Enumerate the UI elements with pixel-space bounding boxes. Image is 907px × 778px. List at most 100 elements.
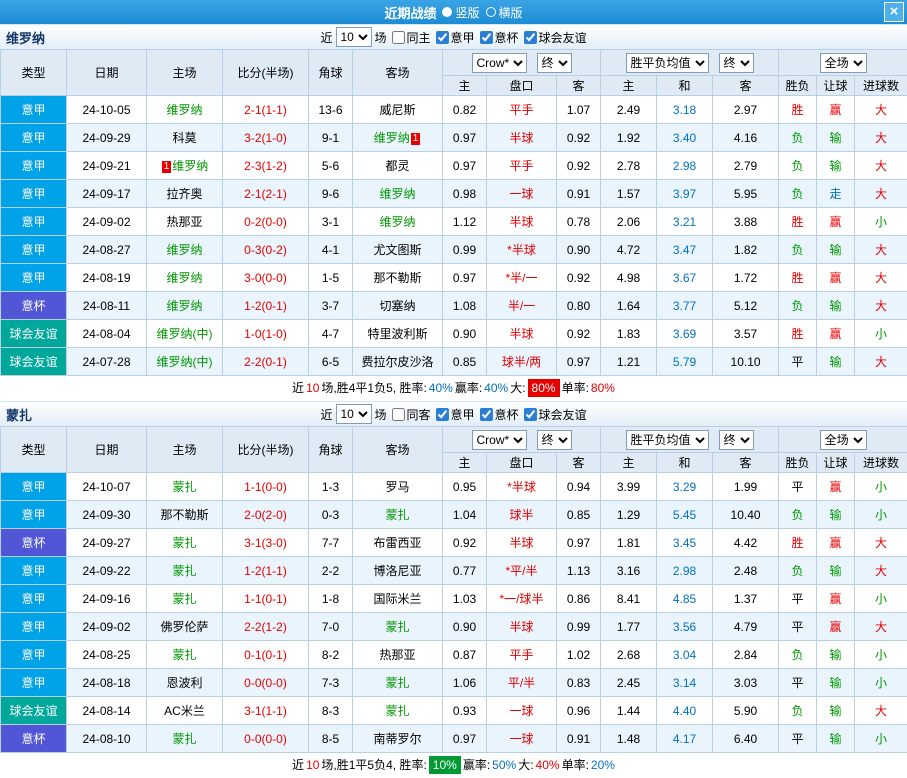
corners-cell: 8-2 [309,641,353,669]
score-cell: 2-2(1-2) [223,613,309,641]
away-team-cell: 维罗纳 [353,208,443,236]
coppa-checkbox[interactable] [480,408,493,421]
score-cell: 3-0(0-0) [223,264,309,292]
column-header: 胜负 [779,76,817,96]
score-cell: 0-0(0-0) [223,669,309,697]
coppa-checkbox[interactable] [480,31,493,44]
league-filter-friendly[interactable]: 球会友谊 [524,29,587,46]
avg-home-cell: 1.44 [601,697,657,725]
close-button[interactable]: × [884,2,904,22]
odds-time-select-1[interactable]: 终 [537,53,572,73]
result-cell: 胜 [779,208,817,236]
corners-cell: 8-3 [309,697,353,725]
scope-select[interactable]: 全场 [820,430,867,450]
result-cell: 负 [779,124,817,152]
home-odds-cell: 0.97 [443,152,487,180]
team-name-text: 蒙扎 [385,704,409,718]
league-filter-seriea[interactable]: 意甲 [436,29,475,46]
same-venue-checkbox[interactable] [391,408,404,421]
avg-type-select[interactable]: 胜平负均值 [626,53,709,73]
date-cell: 24-08-04 [67,320,147,348]
team-name-text: 佛罗伦萨 [160,620,208,634]
avg-draw-cell: 3.18 [657,96,713,124]
red-card-badge: 1 [411,133,421,145]
team-name-text: 都灵 [385,159,409,173]
team-name-text: 蒙扎 [385,620,409,634]
avg-draw-cell: 3.21 [657,208,713,236]
bookmaker-select[interactable]: Crow* [472,430,527,450]
league-type-cell: 意甲 [1,264,67,292]
result-cell: 平 [779,348,817,376]
home-team-cell: 1维罗纳 [147,152,223,180]
summary-line: 近10场,胜1平5负4, 胜率:10%赢率:50%大:40%单率:20% [0,753,907,778]
home-team-cell: 维罗纳 [147,96,223,124]
result-cell: 平 [779,613,817,641]
league-filter-seriea[interactable]: 意甲 [436,406,475,423]
date-cell: 24-07-28 [67,348,147,376]
corners-cell: 3-7 [309,292,353,320]
score-cell: 0-2(0-0) [223,208,309,236]
goals-cell: 小 [855,473,907,501]
home-odds-cell: 0.98 [443,180,487,208]
recent-count-select[interactable]: 10 [335,404,371,424]
match-row: 意杯24-09-27蒙扎3-1(3-0)7-7布雷西亚0.92半球0.971.8… [1,529,907,557]
layout-horizontal-option[interactable]: 横版 [486,4,523,21]
bookmaker-select[interactable]: Crow* [472,53,527,73]
friendly-checkbox[interactable] [524,31,537,44]
match-row: 球会友谊24-08-04维罗纳(中)1-0(1-0)4-7特里波利斯0.90半球… [1,320,907,348]
avg-home-cell: 4.98 [601,264,657,292]
handicap-cell: *一/球半 [487,585,557,613]
handicap-cell: 半球 [487,320,557,348]
date-cell: 24-09-30 [67,501,147,529]
corners-cell: 9-1 [309,124,353,152]
handicap-cell: 平手 [487,152,557,180]
home-odds-cell: 0.92 [443,529,487,557]
league-filter-coppa[interactable]: 意杯 [480,29,519,46]
column-header: 比分(半场) [223,427,309,473]
team-name-text: 科莫 [172,131,196,145]
seriea-checkbox[interactable] [436,408,449,421]
odds-time-select-2[interactable]: 终 [719,430,754,450]
league-type-cell: 意杯 [1,292,67,320]
team-name-text: 罗马 [385,480,409,494]
league-type-cell: 意甲 [1,585,67,613]
league-type-cell: 意甲 [1,208,67,236]
seriea-checkbox[interactable] [436,31,449,44]
away-team-cell: 尤文图斯 [353,236,443,264]
odds-time-select-1[interactable]: 终 [537,430,572,450]
date-cell: 24-09-02 [67,613,147,641]
avg-draw-cell: 2.98 [657,557,713,585]
date-cell: 24-10-07 [67,473,147,501]
avg-type-select[interactable]: 胜平负均值 [626,430,709,450]
league-filter-coppa[interactable]: 意杯 [480,406,519,423]
same-venue-checkbox[interactable] [391,31,404,44]
date-cell: 24-09-16 [67,585,147,613]
handicap-cell: *半球 [487,236,557,264]
avg-draw-cell: 3.45 [657,529,713,557]
avg-away-cell: 1.72 [713,264,779,292]
score-cell: 3-2(1-0) [223,124,309,152]
avg-home-cell: 3.99 [601,473,657,501]
friendly-checkbox[interactable] [524,408,537,421]
layout-vertical-option[interactable]: 竖版 [442,4,479,21]
team-name-text: 蒙扎 [172,480,196,494]
recent-count-select[interactable]: 10 [335,27,371,47]
handicap-result-cell: 输 [817,725,855,753]
same-venue-filter[interactable]: 同主 [391,29,430,46]
home-team-cell: 蒙扎 [147,529,223,557]
same-venue-filter[interactable]: 同客 [391,406,430,423]
odds-time-select-2[interactable]: 终 [719,53,754,73]
column-header: 类型 [1,427,67,473]
team-name-text: 维罗纳(中) [157,355,213,369]
goals-cell: 大 [855,264,907,292]
column-header: 让球 [817,76,855,96]
home-odds-cell: 0.90 [443,320,487,348]
match-row: 意杯24-08-11维罗纳1-2(0-1)3-7切塞纳1.08半/一0.801.… [1,292,907,320]
scope-select[interactable]: 全场 [820,53,867,73]
away-odds-cell: 0.90 [557,236,601,264]
column-header: 主 [601,76,657,96]
goals-cell: 大 [855,124,907,152]
league-filter-friendly[interactable]: 球会友谊 [524,406,587,423]
corners-cell: 6-5 [309,348,353,376]
summary-segment: 赢率: [455,381,482,395]
